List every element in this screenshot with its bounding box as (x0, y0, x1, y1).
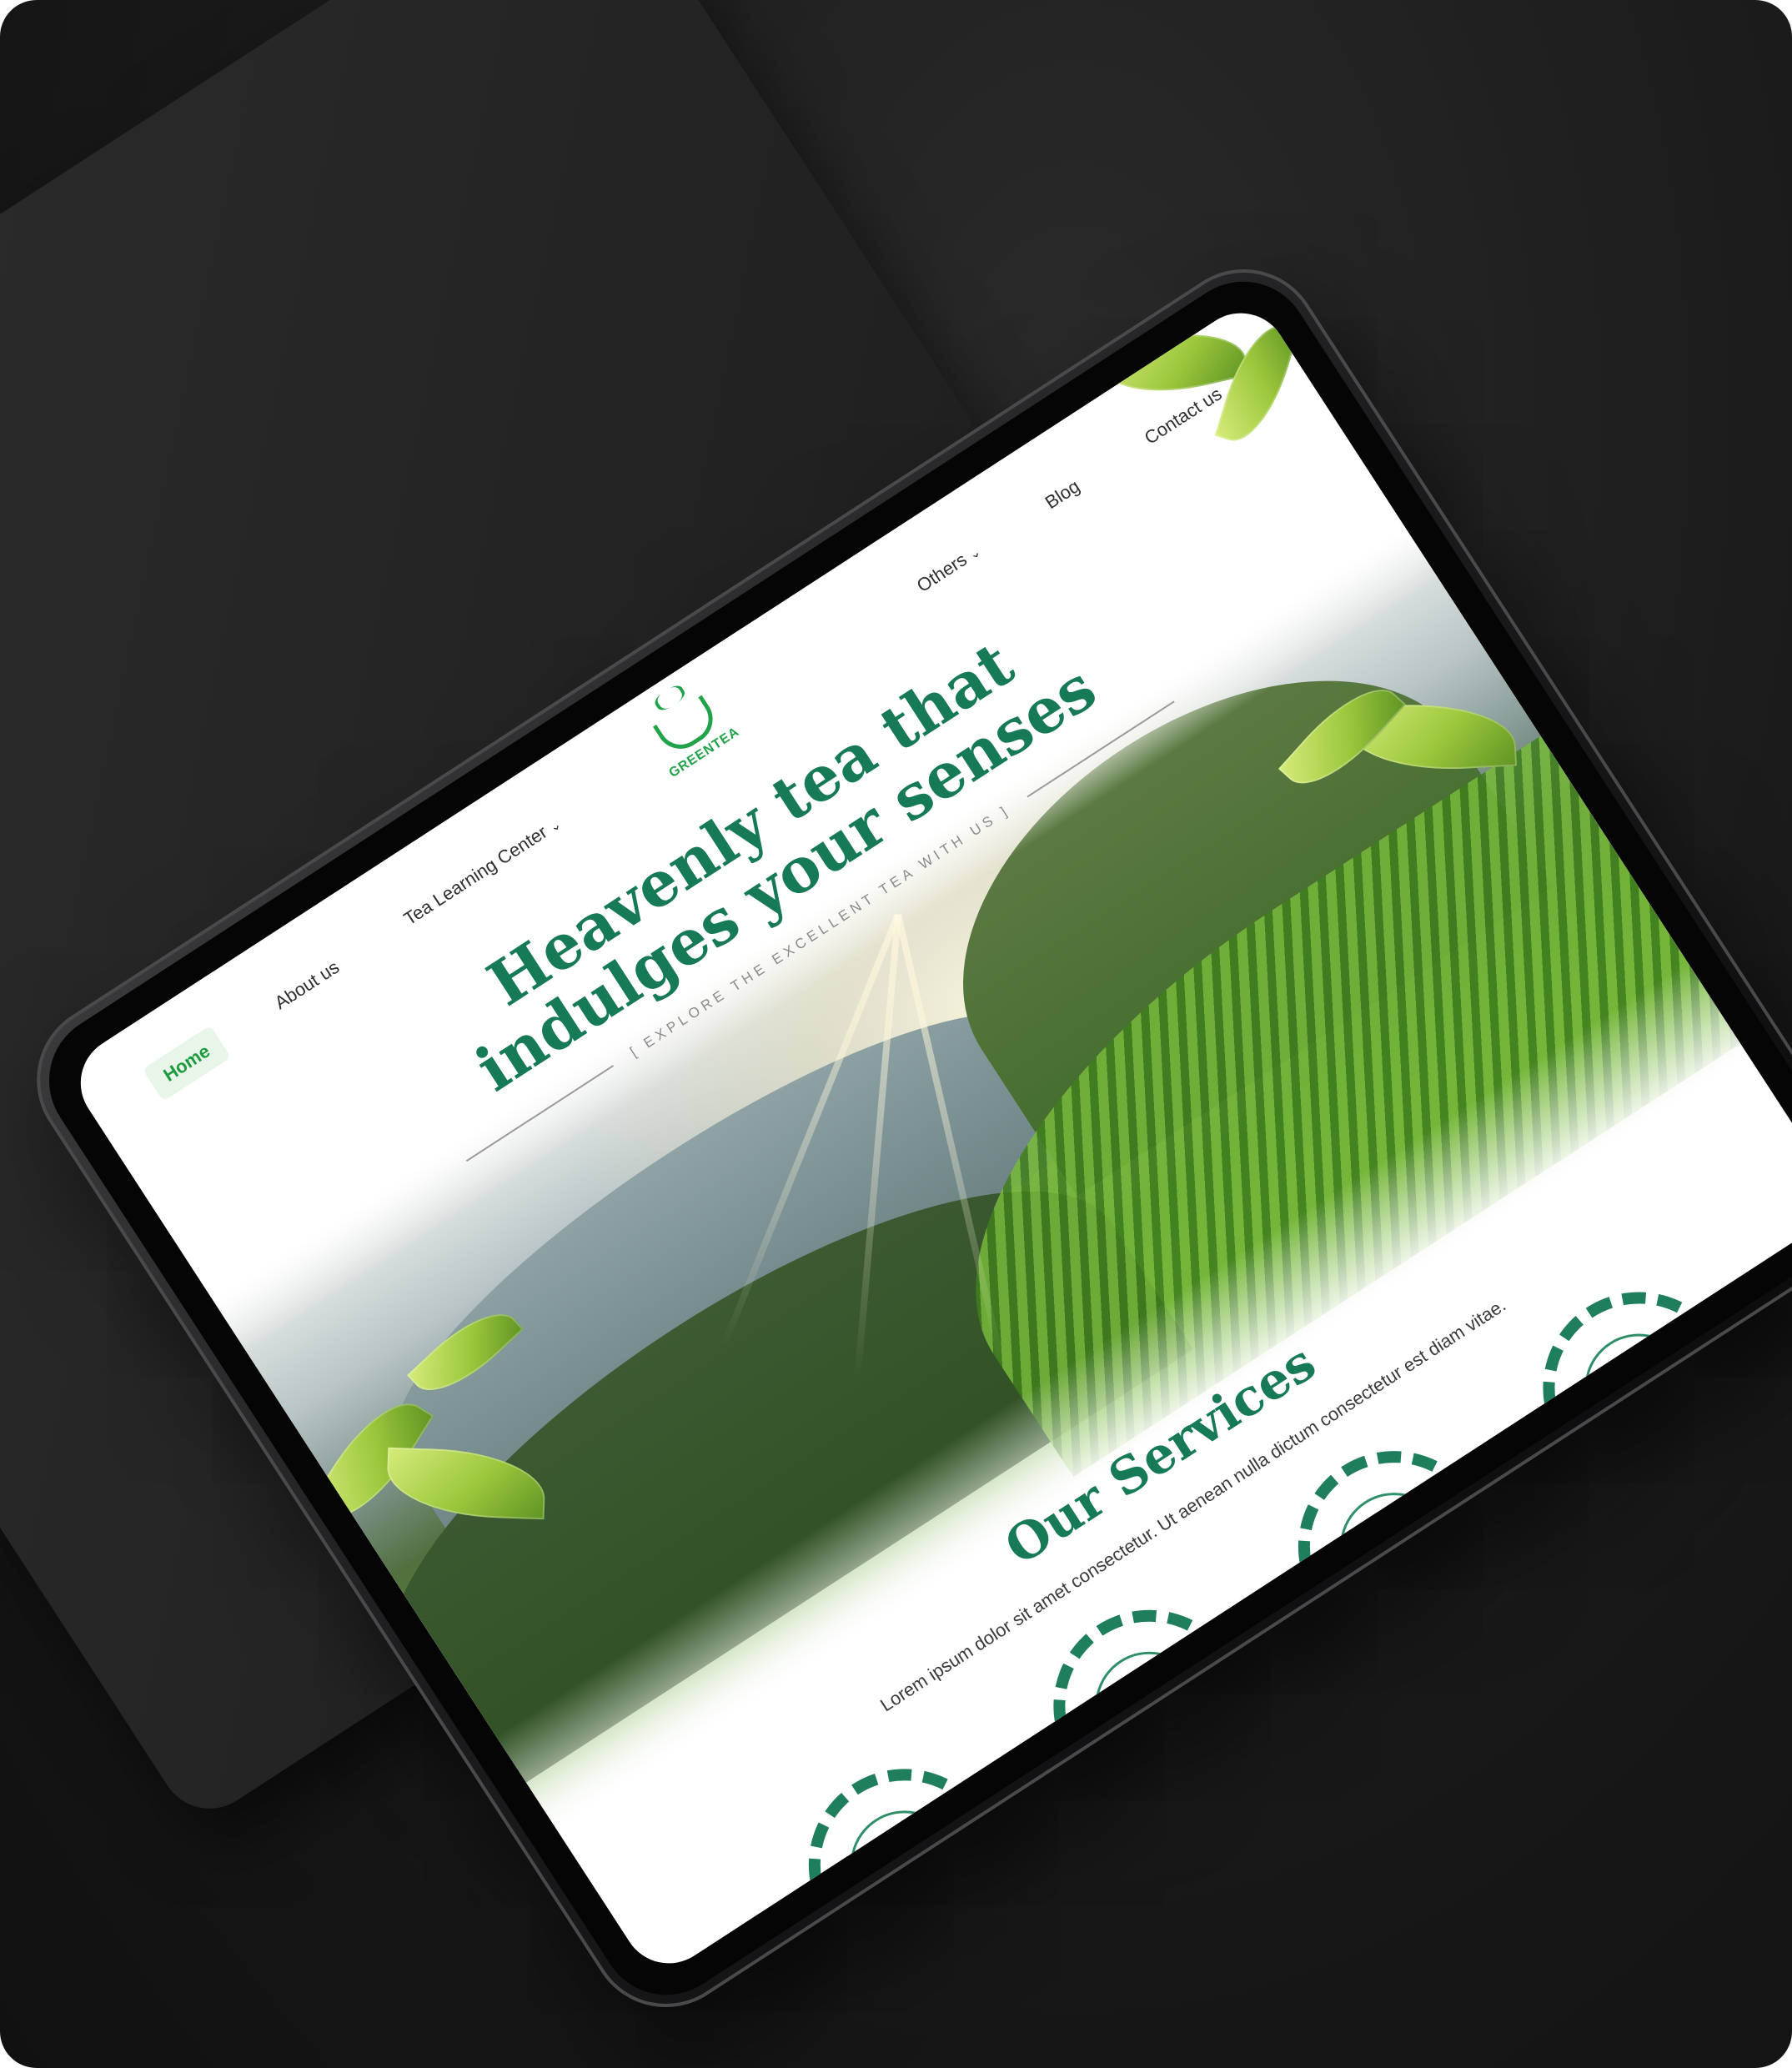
nav-item-others[interactable]: Others⌄ (896, 525, 1001, 612)
mockup-stage: Home About us Tea Learning Center⌄ GREEN… (0, 0, 1792, 2068)
service-wreath-icon[interactable] (1506, 1255, 1772, 1521)
chevron-down-icon: ⌄ (546, 817, 565, 836)
chevron-down-icon: ⌄ (966, 545, 984, 563)
service-wreath-icon[interactable] (771, 1732, 1037, 1981)
nav-item-label: Tea Learning Center (399, 821, 551, 930)
service-wreath-icon[interactable] (1016, 1573, 1283, 1839)
brand-logo[interactable]: GREENTEA (625, 676, 760, 793)
nav-item-about-us[interactable]: About us (253, 941, 360, 1029)
nav-item-home[interactable]: Home (142, 1025, 232, 1102)
nav-item-blog[interactable]: Blog (1024, 460, 1101, 529)
service-wreath-icon[interactable] (1261, 1413, 1528, 1680)
nav-item-label: Others (912, 549, 971, 597)
